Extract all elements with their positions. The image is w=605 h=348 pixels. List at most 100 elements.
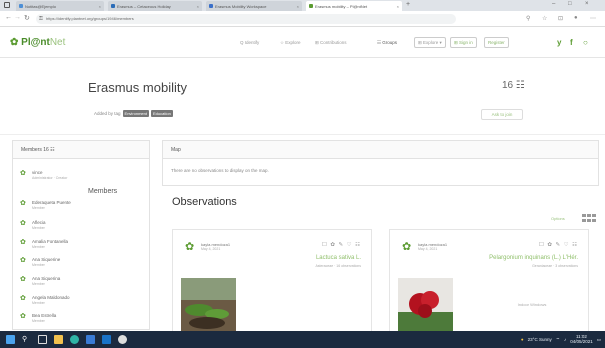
new-tab-button[interactable]: + [406, 1, 410, 8]
maximize-button[interactable]: □ [568, 1, 572, 7]
map-panel-header: Map [163, 141, 598, 159]
member-item[interactable]: ✿ Ana Siquerina Member [20, 276, 60, 286]
wifi-icon[interactable]: ⌔ [556, 337, 560, 343]
member-avatar-icon: ✿ [20, 257, 26, 264]
volume-icon[interactable]: ♪ [564, 337, 566, 342]
browser-tab-3[interactable]: Erasmus Mobility Workspace × [206, 1, 302, 11]
close-window-button[interactable]: × [585, 1, 589, 7]
member-item[interactable]: ✿ Angela Maldonado Member [20, 295, 70, 305]
member-name: Bea Estrella [32, 313, 57, 318]
observation-actions-icons[interactable]: ☐ ✿ ✎ ♡ ☷ [539, 242, 578, 248]
member-role: Member [32, 245, 45, 249]
search-icon[interactable]: ⚲ [22, 335, 31, 344]
sign-in-button[interactable]: ⊞ Sign in [450, 37, 477, 48]
tag-badge[interactable]: Environment [122, 110, 149, 117]
tab-close-icon[interactable]: × [397, 4, 399, 9]
observation-photo-lettuce[interactable] [181, 278, 236, 332]
view-options-link[interactable]: Options [551, 216, 565, 221]
chrome-icon[interactable] [118, 335, 127, 344]
weather-text[interactable]: 23°C Sunny [528, 337, 552, 342]
member-item[interactable]: ✿ Aflecia Member [20, 220, 46, 230]
facebook-icon[interactable]: f [570, 38, 573, 47]
windows-start-icon[interactable] [6, 335, 15, 344]
member-role: Member [32, 301, 45, 305]
user-avatar-icon: ✿ [185, 241, 195, 253]
nav-contributions-link[interactable]: ⊞ Contributions [315, 40, 347, 46]
observation-card[interactable]: ✿ kayla.mendoza1 May 4, 2021 ☐ ✿ ✎ ♡ ☷ L… [172, 229, 372, 332]
nav-identify-link[interactable]: Q Identify [240, 40, 259, 45]
member-role: Administrator · Creator [32, 176, 68, 180]
member-item[interactable]: ✿ Amalia Fontanella Member [20, 239, 68, 249]
task-view-icon[interactable] [38, 335, 47, 344]
join-group-button[interactable]: Ask to join [481, 109, 523, 120]
member-name: Aflecia [32, 220, 46, 225]
map-empty-message: There are no observations to display on … [171, 168, 269, 173]
browser-tab-2[interactable]: Erasmus – Cetaceous Holiday × [108, 1, 202, 11]
browser-tab-4-active[interactable]: Erasmus mobility – Pl@ntNet × [306, 1, 402, 11]
member-item[interactable]: ✿ Bea Estrella Member [20, 313, 56, 323]
clock-date: 04/05/2021 [570, 338, 593, 344]
member-item[interactable]: ✿ vince Administrator · Creator [20, 170, 67, 180]
register-button[interactable]: Register [484, 37, 509, 48]
species-name-link[interactable]: Pelargonium inquinans (L.) L'Hér. [489, 255, 578, 261]
twitter-icon[interactable]: y [557, 38, 561, 47]
forward-icon[interactable]: → [14, 14, 21, 21]
notifications-icon[interactable]: ▭ [597, 337, 601, 343]
member-avatar-icon: ✿ [20, 276, 26, 283]
tag-badge[interactable]: Education [151, 110, 173, 117]
system-tray: ● 23°C Sunny ⌔ ♪ 11:02 04/05/2021 ▭ [520, 334, 601, 344]
grid-view-icon[interactable] [582, 214, 596, 222]
zoom-icon[interactable]: ⚲ [526, 15, 530, 22]
reload-icon[interactable]: ↻ [24, 14, 30, 22]
more-menu-icon[interactable]: ⋯ [590, 15, 596, 22]
group-tags: Added by tag Environment Education [94, 110, 173, 117]
member-avatar-icon: ✿ [20, 295, 26, 302]
collections-icon[interactable]: ⊡ [558, 15, 563, 22]
favorites-icon[interactable]: ☆ [542, 15, 547, 22]
tab-favicon-icon [111, 4, 115, 8]
back-icon[interactable]: ← [5, 14, 12, 21]
user-avatar-icon: ✿ [402, 241, 412, 253]
member-role: Member [32, 226, 45, 230]
member-avatar-icon: ✿ [20, 313, 26, 320]
site-navbar: ✿ Pl@ntNet Q Identify ☆ Explore ⊞ Contri… [0, 28, 605, 58]
explore-dropdown-button[interactable]: ⊞ Explore ▾ [414, 37, 446, 48]
edge-browser-icon[interactable] [70, 335, 79, 344]
profile-icon[interactable]: ● [574, 15, 578, 21]
minimize-button[interactable]: – [552, 1, 555, 7]
tab-close-icon[interactable]: × [297, 4, 299, 9]
tab-label: Notitas@Ejemplo [25, 3, 56, 9]
store-icon[interactable] [86, 335, 95, 344]
member-item[interactable]: ✿ Ana Siquerine Member [20, 257, 60, 267]
observation-photo-geranium[interactable] [398, 278, 453, 332]
window-menu-icon[interactable] [4, 2, 10, 8]
tab-close-icon[interactable]: × [99, 4, 101, 9]
weather-icon: ● [520, 337, 524, 342]
divider [0, 134, 605, 135]
plantnet-logo[interactable]: ✿ Pl@ntNet [10, 37, 65, 48]
species-name-link[interactable]: Lactuca sativa L. [316, 255, 361, 261]
nav-groups-link[interactable]: ☷ Groups [377, 40, 397, 46]
tab-favicon-icon [19, 4, 23, 8]
member-name: Angela Maldonado [32, 295, 70, 300]
url-field[interactable]: ⚿ https://identify.plantnet.org/groups/1… [36, 14, 456, 24]
members-section-label: Members [88, 188, 118, 195]
observation-actions-icons[interactable]: ☐ ✿ ✎ ♡ ☷ [322, 242, 361, 248]
observation-card[interactable]: ✿ kayla.mendoza1 May 4, 2021 ☐ ✿ ✎ ♡ ☷ P… [389, 229, 589, 332]
nav-explore-link[interactable]: ☆ Explore [280, 40, 301, 46]
outlook-icon[interactable] [102, 335, 111, 344]
browser-address-bar-row: ← → ↻ ⚿ https://identify.plantnet.org/gr… [0, 11, 605, 27]
tab-close-icon[interactable]: × [197, 4, 199, 9]
tab-label: Erasmus Mobility Workspace [215, 3, 267, 9]
map-panel: Map There are no observations to display… [162, 140, 599, 186]
member-name: Ana Siquerine [32, 257, 61, 262]
windows-taskbar: ⚲ ● 23°C Sunny ⌔ ♪ 11:02 04/05/2021 ▭ [0, 331, 605, 348]
browser-tab-1[interactable]: Notitas@Ejemplo × [16, 1, 104, 11]
tab-label: Erasmus – Cetaceous Holiday [117, 3, 171, 9]
file-explorer-icon[interactable] [54, 335, 63, 344]
github-icon[interactable]: ○ [583, 38, 588, 47]
member-name: Ana Siquerina [32, 276, 61, 281]
clock[interactable]: 11:02 04/05/2021 [570, 334, 593, 344]
member-name: Amalia Fontanella [32, 239, 69, 244]
member-item[interactable]: ✿ Ederaqueta Puente Member [20, 200, 71, 210]
